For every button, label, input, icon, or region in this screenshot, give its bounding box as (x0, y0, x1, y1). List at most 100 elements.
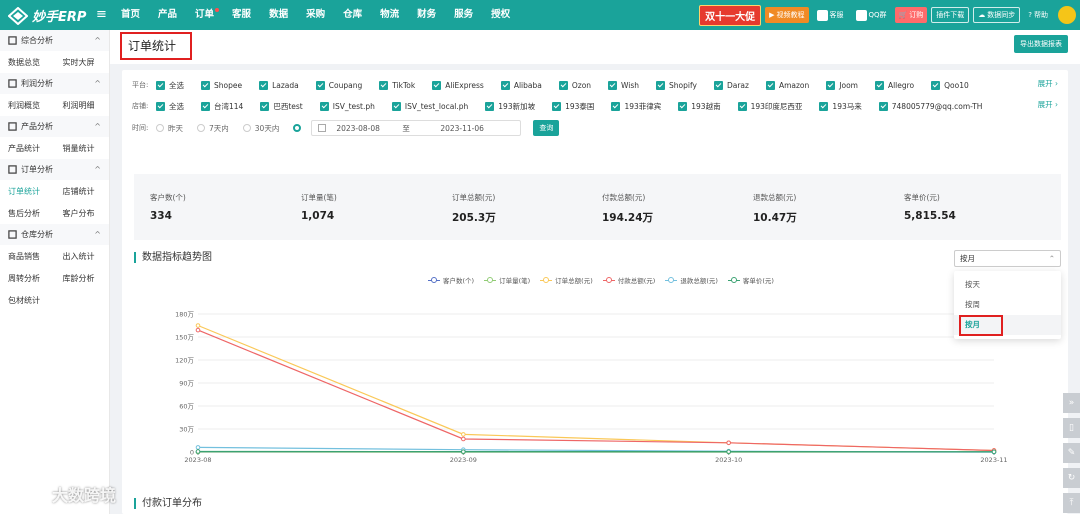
date-end[interactable]: 2023-11-06 (440, 124, 484, 133)
sidebar-section-1[interactable]: 利润分析 ^ (0, 73, 109, 94)
platforms-checkbox-3[interactable]: Coupang (315, 80, 362, 91)
time-radio-custom[interactable] (293, 124, 305, 132)
shops-checkbox-2[interactable]: 巴西test (260, 101, 303, 112)
chevron-up-icon: ^ (94, 79, 101, 88)
sidebar-item[interactable]: 数据总览 (0, 57, 55, 68)
query-button[interactable]: 查询 (533, 120, 560, 136)
sidebar-item[interactable]: 库龄分析 (55, 273, 110, 284)
nav-item-10[interactable]: 授权 (482, 0, 519, 30)
nav-item-5[interactable]: 采购 (297, 0, 334, 30)
plugin-download-button[interactable]: 插件下载 (931, 7, 970, 23)
qq-group-button[interactable]: QQ群 (852, 7, 891, 23)
platforms-checkbox-14[interactable]: Qoo10 (931, 80, 969, 91)
date-range-picker[interactable]: 2023-08-08 至 2023-11-06 (311, 120, 522, 136)
subscribe-button[interactable]: 🛒 订购 (894, 7, 928, 23)
collapse-icon[interactable]: » (1063, 393, 1080, 413)
legend-item-3[interactable]: 付款总额(元) (602, 275, 656, 285)
feedback-icon[interactable]: ✎ (1063, 443, 1080, 463)
shops-checkbox-3[interactable]: ISV_test.ph (319, 101, 375, 112)
export-report-button[interactable]: 导出数据报表 (1014, 35, 1068, 53)
platforms-checkbox-13[interactable]: Allegro (874, 80, 914, 91)
shops-checkbox-8[interactable]: 193越南 (678, 101, 721, 112)
sidebar-row: 包材统计 (0, 289, 109, 311)
platforms-checkbox-7[interactable]: Ozon (558, 80, 591, 91)
legend-item-1[interactable]: 订单量(笔) (484, 275, 530, 285)
date-start[interactable]: 2023-08-08 (336, 124, 402, 133)
mobile-icon[interactable]: ▯ (1063, 418, 1080, 438)
customer-service-button[interactable]: 客服 (813, 7, 848, 23)
nav-item-8[interactable]: 财务 (408, 0, 445, 30)
shops-checkbox-11[interactable]: 748005779@qq.com-TH (878, 101, 982, 112)
sidebar-item[interactable]: 产品统计 (0, 143, 55, 154)
nav-item-1[interactable]: 产品 (149, 0, 186, 30)
date-separator: 至 (402, 123, 410, 133)
data-sync-button[interactable]: ☁ 数据同步 (973, 7, 1021, 23)
platform-expand-link[interactable]: 展开 › (1038, 78, 1058, 89)
period-select[interactable]: 按月 ⌃ (954, 250, 1061, 267)
platforms-checkbox-4[interactable]: TikTok (379, 80, 415, 91)
time-radio-1[interactable]: 7天内 (197, 123, 229, 134)
nav-item-7[interactable]: 物流 (371, 0, 408, 30)
sidebar-section-0[interactable]: 综合分析 ^ (0, 30, 109, 51)
sidebar-item[interactable]: 实时大屏 (55, 57, 110, 68)
shops-checkbox-0[interactable]: 全选 (156, 101, 184, 112)
time-radio-0[interactable]: 昨天 (156, 123, 183, 134)
shop-expand-link[interactable]: 展开 › (1038, 99, 1058, 110)
legend-label: 付款总额(元) (617, 277, 656, 285)
sidebar-item[interactable]: 销量统计 (55, 143, 110, 154)
platforms-checkbox-11[interactable]: Amazon (765, 80, 809, 91)
sidebar-section-4[interactable]: 仓库分析 ^ (0, 224, 109, 245)
sidebar-item[interactable]: 出入统计 (55, 251, 110, 262)
platforms-checkbox-8[interactable]: Wish (608, 80, 639, 91)
platforms-checkbox-6[interactable]: Alibaba (500, 80, 542, 91)
promo-banner[interactable]: 双十一大促 (699, 4, 762, 26)
legend-item-4[interactable]: 退款总额(元) (665, 275, 718, 285)
platforms-checkbox-12[interactable]: Joom (826, 80, 858, 91)
platforms-checkbox-0[interactable]: 全选 (156, 80, 184, 91)
sidebar-item[interactable]: 客户分布 (55, 208, 110, 219)
sidebar-section-3[interactable]: 订单分析 ^ (0, 159, 109, 180)
platforms-checkbox-10[interactable]: Daraz (713, 80, 749, 91)
help-button[interactable]: ? 帮助 (1024, 7, 1052, 23)
shops-checkbox-9[interactable]: 193印度尼西亚 (737, 101, 802, 112)
shops-checkbox-1[interactable]: 台湾114 (201, 101, 243, 112)
platforms-checkbox-2[interactable]: Lazada (259, 80, 299, 91)
sidebar-item[interactable]: 利润概览 (0, 100, 55, 111)
nav-item-3[interactable]: 客服 (223, 0, 260, 30)
time-radio-2[interactable]: 30天内 (242, 123, 279, 134)
nav-item-4[interactable]: 数据 (260, 0, 297, 30)
legend-item-5[interactable]: 客单价(元) (727, 275, 774, 285)
sidebar-item[interactable]: 利润明细 (55, 100, 110, 111)
back-to-top-icon[interactable]: ⤒ (1063, 493, 1080, 513)
app-logo[interactable]: 妙手ERP (8, 6, 86, 25)
user-avatar[interactable] (1058, 6, 1076, 24)
sidebar-item[interactable]: 包材统计 (0, 295, 55, 306)
shops-checkbox-7[interactable]: 193菲律宾 (611, 101, 661, 112)
video-tutorial-button[interactable]: ▶ 视频教程 (765, 7, 809, 23)
platforms-checkbox-1[interactable]: Shopee (201, 80, 242, 91)
shops-checkbox-6[interactable]: 193泰国 (552, 101, 594, 112)
legend-item-0[interactable]: 客户数(个) (428, 275, 474, 285)
nav-item-6[interactable]: 仓库 (334, 0, 371, 30)
sidebar-item[interactable]: 店铺统计 (55, 186, 110, 197)
sidebar-item[interactable]: 售后分析 (0, 208, 55, 219)
refresh-icon[interactable]: ↻ (1063, 468, 1080, 488)
checkbox-label: 全选 (169, 80, 184, 90)
checkbox-label: Shopee (214, 80, 243, 90)
platforms-checkbox-5[interactable]: AliExpress (432, 80, 484, 91)
platforms-checkbox-9[interactable]: Shopify (656, 80, 697, 91)
shops-checkbox-10[interactable]: 193马来 (819, 101, 862, 112)
period-option-1[interactable]: 按周 (954, 295, 1061, 315)
nav-item-0[interactable]: 首页 (112, 0, 149, 30)
sidebar-item[interactable]: 商品销售 (0, 251, 55, 262)
sidebar-item[interactable]: 订单统计 (0, 186, 55, 197)
sidebar-section-2[interactable]: 产品分析 ^ (0, 116, 109, 137)
nav-item-9[interactable]: 服务 (445, 0, 482, 30)
nav-item-2[interactable]: 订单 (186, 0, 223, 30)
period-option-0[interactable]: 按天 (954, 275, 1061, 295)
shops-checkbox-5[interactable]: 193新加坡 (485, 101, 535, 112)
legend-item-2[interactable]: 订单总额(元) (540, 275, 593, 285)
sidebar-item[interactable]: 周转分析 (0, 273, 55, 284)
shops-checkbox-4[interactable]: ISV_test_local.ph (391, 101, 468, 112)
menu-toggle-icon[interactable]: ≡ (96, 7, 107, 22)
